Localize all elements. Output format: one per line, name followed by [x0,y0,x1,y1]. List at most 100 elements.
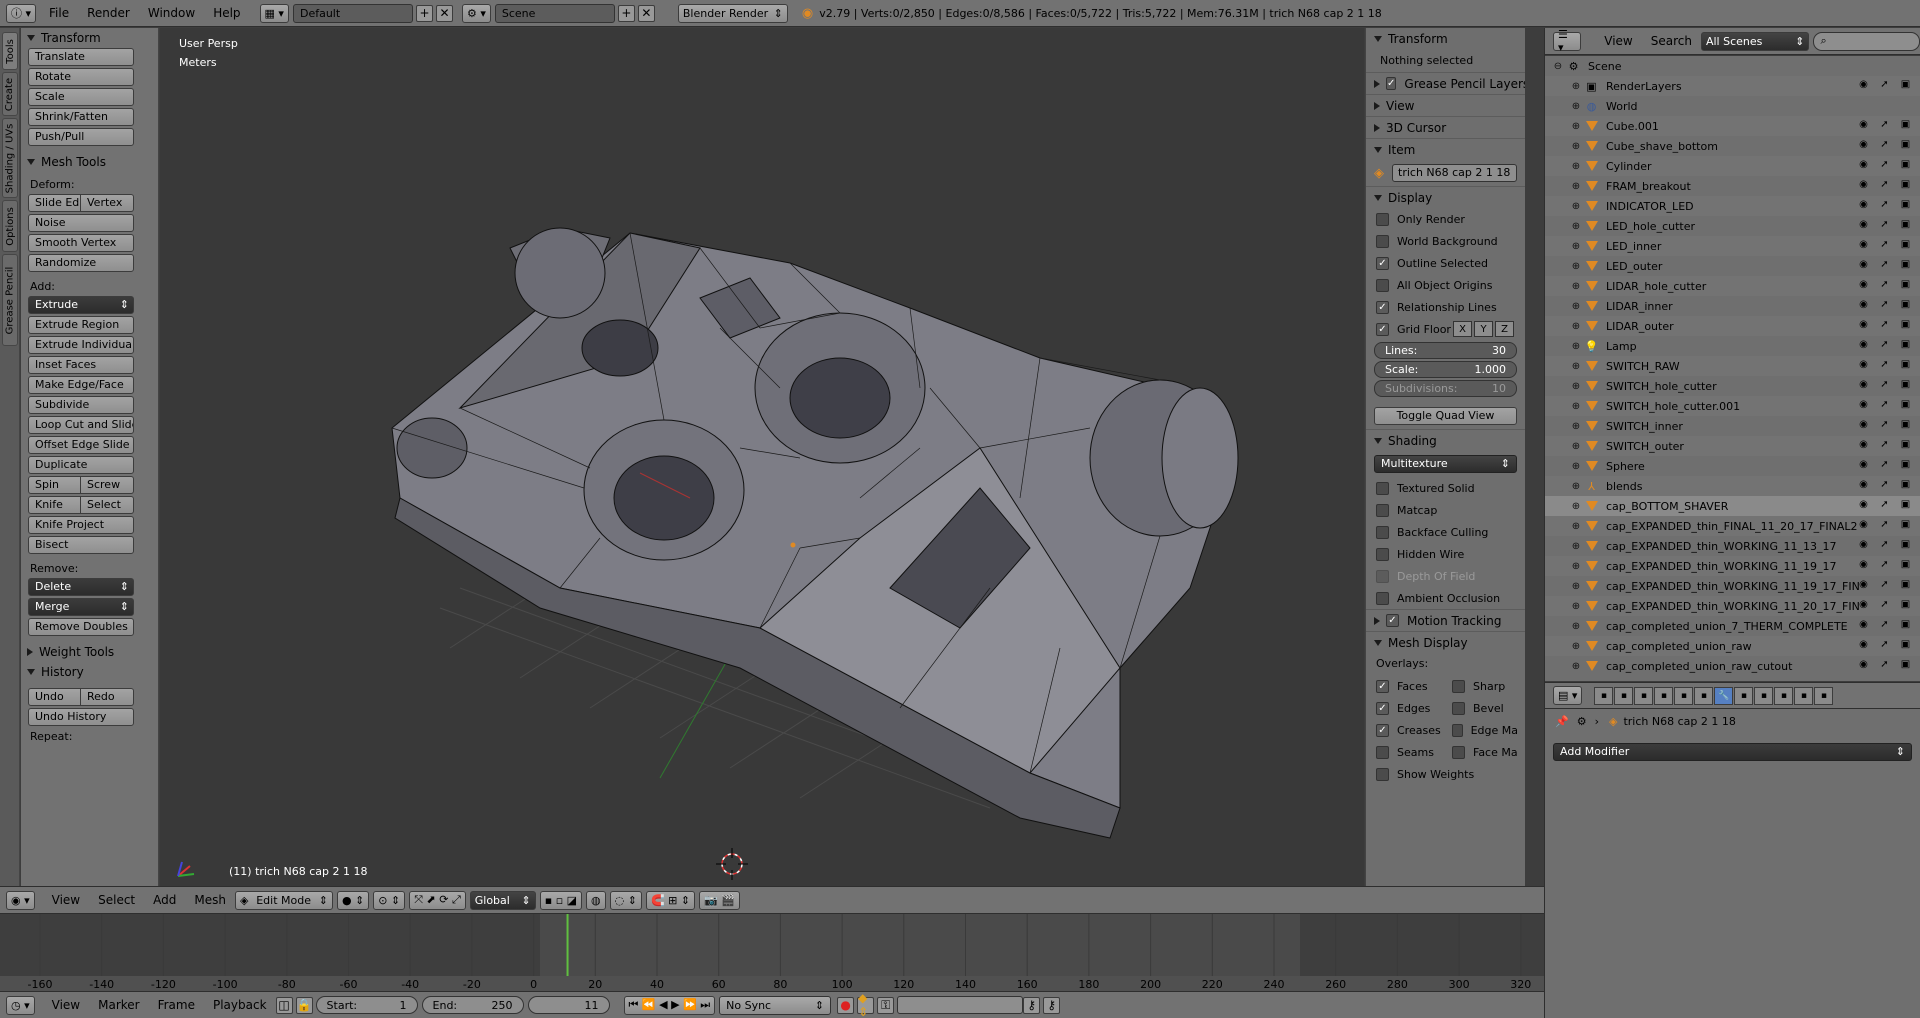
properties-tab-object-icon[interactable]: ▪ [1674,686,1694,705]
expand-icon[interactable]: ⊕ [1571,501,1581,512]
manipulator-icons[interactable]: ⤧ ⬈ ⟳ ⤢ [409,890,466,910]
pivot-point-icon[interactable]: ⊙ ⇕ [373,890,406,910]
record-icon[interactable]: ● [837,996,855,1014]
outliner-filter-dropdown[interactable]: All Scenes ⇕ [1700,31,1810,51]
3d-view-menu-mesh[interactable]: Mesh [185,893,235,907]
visibility-icon[interactable]: ◉ [1857,639,1870,652]
expand-icon[interactable]: ⊕ [1571,101,1581,112]
expand-icon[interactable]: ⊕ [1571,641,1581,652]
visibility-icon[interactable]: ◉ [1857,359,1870,372]
render-visibility-icon[interactable]: ▣ [1899,479,1912,492]
layout-field[interactable]: Default [292,3,413,23]
selectability-icon[interactable]: ➚ [1878,399,1891,412]
playback-controls-icons[interactable]: ⏮ ⏪ ◀ ▶ ⏩ ⏭ [623,995,716,1015]
display-panel-header[interactable]: Display [1366,186,1525,208]
outliner-row[interactable]: ⊕ LED_inner ◉ ➚ ▣ [1545,236,1920,256]
current-frame-field[interactable]: 11 [527,996,610,1014]
outliner-row[interactable]: ⊕ SWITCH_RAW ◉ ➚ ▣ [1545,356,1920,376]
shading-mode-dropdown[interactable]: Multitexture ⇕ [1374,455,1517,473]
spin-button[interactable]: Spin [28,476,81,494]
visibility-icon[interactable]: ◉ [1857,399,1870,412]
visibility-icon[interactable]: ◉ [1857,339,1870,352]
outliner-row[interactable]: ⊕ SWITCH_hole_cutter.001 ◉ ➚ ▣ [1545,396,1920,416]
3d-view-menu-select[interactable]: Select [89,893,144,907]
render-visibility-icon[interactable]: ▣ [1899,79,1912,92]
outliner-row[interactable]: ⊕ cap_completed_union_raw_cutout ◉ ➚ ▣ [1545,656,1920,676]
visibility-icon[interactable]: ◉ [1857,419,1870,432]
selectability-icon[interactable]: ➚ [1878,539,1891,552]
outliner-menu-view[interactable]: View [1595,34,1641,48]
item-panel-header[interactable]: Item [1366,138,1525,160]
outliner-row[interactable]: ⊕ Cube_shave_bottom ◉ ➚ ▣ [1545,136,1920,156]
ambient-occlusion-checkbox[interactable] [1376,591,1389,605]
3d-cursor-panel-header[interactable]: 3D Cursor [1366,116,1525,138]
expand-icon[interactable]: ⊕ [1571,241,1581,252]
outliner-row[interactable]: ⊕ SWITCH_outer ◉ ➚ ▣ [1545,436,1920,456]
sharp-checkbox[interactable] [1452,679,1465,693]
randomize-button[interactable]: Randomize [28,254,134,272]
visibility-icon[interactable]: ◉ [1857,239,1870,252]
sync-mode-dropdown[interactable]: No Sync ⇕ [719,995,832,1015]
keying-set-icon[interactable]: ⚿ [877,996,895,1014]
expand-icon[interactable]: ⊕ [1571,361,1581,372]
motion-tracking-checkbox[interactable]: ✓ [1386,614,1399,627]
visibility-icon[interactable]: ◉ [1857,299,1870,312]
visibility-icon[interactable]: ◉ [1857,199,1870,212]
menu-window[interactable]: Window [139,6,204,20]
push-pull-button[interactable]: Push/Pull [28,128,134,146]
menu-help[interactable]: Help [204,6,249,20]
inset-faces-button[interactable]: Inset Faces [28,356,134,374]
keying-icon[interactable]: ◆ ⇕ [857,991,875,1018]
render-visibility-icon[interactable]: ▣ [1899,259,1912,272]
properties-tab-physics-icon[interactable]: ▪ [1814,686,1834,705]
outliner-row[interactable]: ⊕ ◍ World [1545,96,1920,116]
tab-create[interactable]: Create [2,72,18,116]
outliner-row[interactable]: ⊕ cap_EXPANDED_thin_WORKING_11_19_17_FIN ◉… [1545,576,1920,596]
properties-editor-type-icon[interactable]: ▤ ▾ [1553,686,1583,705]
creases-checkbox[interactable]: ✓ [1376,723,1389,737]
grease-pencil-layers-header[interactable]: ✓ Grease Pencil Layers [1366,72,1525,94]
outliner-row[interactable]: ⊕ Cube.001 ◉ ➚ ▣ [1545,116,1920,136]
visibility-icon[interactable]: ◉ [1857,219,1870,232]
tab-shading-uvs[interactable]: Shading / UVs [2,118,18,198]
delete-dropdown[interactable]: Delete ⇕ [28,578,134,596]
grid-lines-field[interactable]: Lines: 30 [1374,342,1517,359]
visibility-icon[interactable]: ◉ [1857,559,1870,572]
expand-icon[interactable]: ⊕ [1571,221,1581,232]
visibility-icon[interactable]: ◉ [1857,79,1870,92]
render-visibility-icon[interactable]: ▣ [1899,379,1912,392]
outliner-row[interactable]: ⊕ cap_completed_union_7_THERM_COMPLETE ◉ ➚ ▣ [1545,616,1920,636]
selectability-icon[interactable]: ➚ [1878,379,1891,392]
selectability-icon[interactable]: ➚ [1878,239,1891,252]
extrude-dropdown[interactable]: Extrude ⇕ [28,296,134,314]
properties-tab-modifiers-icon[interactable]: 🔧 [1714,686,1734,705]
axis-y-toggle[interactable]: Y [1474,321,1493,337]
outliner-row[interactable]: ⊕ Cylinder ◉ ➚ ▣ [1545,156,1920,176]
render-visibility-icon[interactable]: ▣ [1899,159,1912,172]
grid-floor-checkbox[interactable]: ✓ [1376,322,1389,336]
properties-tab-world-icon[interactable]: ▪ [1654,686,1674,705]
expand-icon[interactable]: ⊕ [1571,581,1581,592]
outliner-row[interactable]: ⊖ ⚙ Scene [1545,56,1920,76]
toggle-quad-view-button[interactable]: Toggle Quad View [1374,407,1517,425]
expand-icon[interactable]: ⊕ [1571,561,1581,572]
properties-tab-data-icon[interactable]: ▪ [1734,686,1754,705]
render-visibility-icon[interactable]: ▣ [1899,459,1912,472]
outliner-row[interactable]: ⊕ ▣ RenderLayers ◉ ➚ ▣ [1545,76,1920,96]
selectability-icon[interactable]: ➚ [1878,179,1891,192]
expand-icon[interactable]: ⊕ [1571,121,1581,132]
bisect-button[interactable]: Bisect [28,536,134,554]
render-visibility-icon[interactable]: ▣ [1899,199,1912,212]
selectability-icon[interactable]: ➚ [1878,279,1891,292]
outliner-row[interactable]: ⊕ SWITCH_inner ◉ ➚ ▣ [1545,416,1920,436]
selectability-icon[interactable]: ➚ [1878,479,1891,492]
visibility-icon[interactable]: ◉ [1857,379,1870,392]
expand-icon[interactable]: ⊕ [1571,141,1581,152]
visibility-icon[interactable]: ◉ [1857,159,1870,172]
preview-range-icon[interactable]: ◫ [275,996,293,1014]
delete-keyframe-icon[interactable]: ⚷ [1043,996,1061,1014]
world-background-checkbox[interactable] [1376,234,1389,248]
selectability-icon[interactable]: ➚ [1878,439,1891,452]
expand-icon[interactable]: ⊕ [1571,81,1581,92]
orientation-dropdown[interactable]: Global ⇕ [469,890,536,910]
